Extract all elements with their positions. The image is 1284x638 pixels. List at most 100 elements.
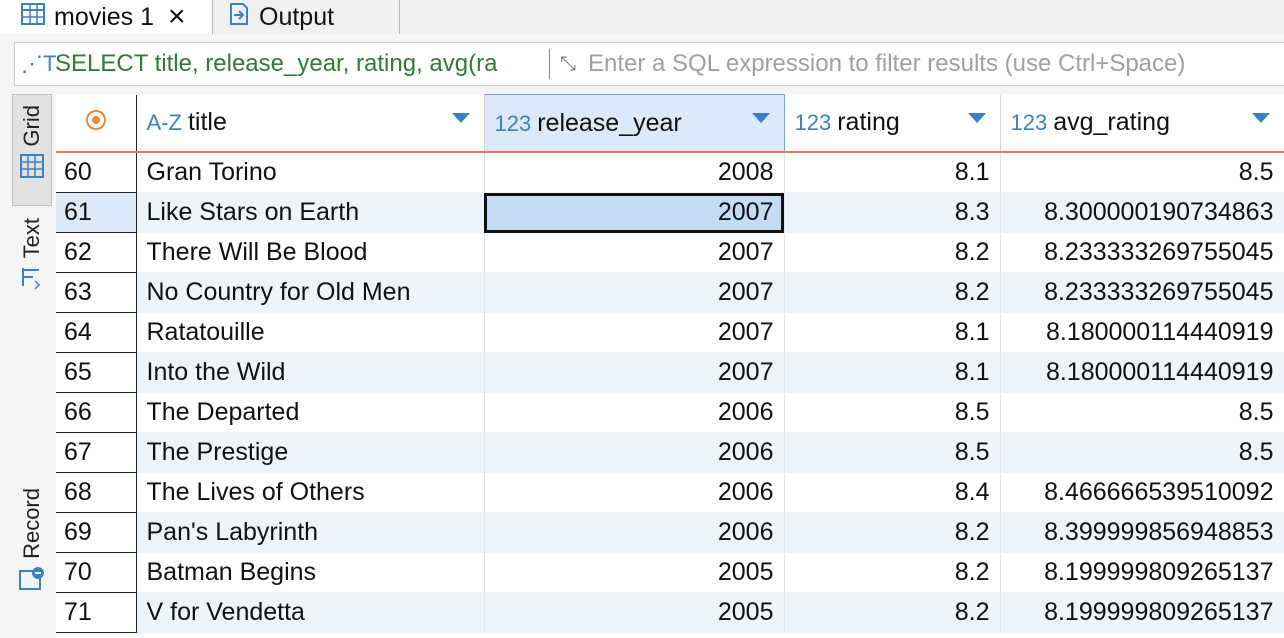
cell-title[interactable]: Like Stars on Earth (136, 192, 485, 233)
cell-release-year[interactable]: 2005 (484, 552, 785, 593)
column-header-release-year[interactable]: 123 release_year (483, 94, 785, 153)
row-number[interactable]: 68 (56, 472, 137, 513)
column-header-avg-rating[interactable]: 123 avg_rating (1000, 94, 1284, 153)
sort-arrow-icon[interactable] (451, 112, 470, 123)
cell-title[interactable]: Gran Torino (136, 152, 485, 193)
row-number[interactable]: 70 (56, 552, 137, 593)
cell-title[interactable]: No Country for Old Men (136, 272, 485, 313)
cell-avg-rating[interactable]: 8.466666539510092 (1000, 472, 1284, 513)
table-row[interactable]: 62 There Will Be Blood 2007 8.2 8.2333332697… (56, 232, 1284, 273)
cell-release-year[interactable]: 2007 (484, 312, 785, 353)
results-table: A-Z title 123 release_year 123 rating 123 av… (56, 94, 1284, 633)
view-mode-panel: Grid Text Record (0, 86, 56, 638)
table-row[interactable]: 66 The Departed 2006 8.5 8.5 (56, 392, 1284, 433)
cell-avg-rating[interactable]: 8.5 (1000, 432, 1284, 473)
cell-avg-rating[interactable]: 8.233333269755045 (1000, 232, 1284, 273)
row-number[interactable]: 71 (56, 592, 137, 633)
cell-title[interactable]: Batman Begins (136, 552, 485, 593)
table-row[interactable]: 61 Like Stars on Earth 2007 8.3 8.3000001907… (56, 192, 1284, 233)
table-row[interactable]: 71 V for Vendetta 2005 8.2 8.199999809265137 (56, 592, 1284, 633)
cell-avg-rating[interactable]: 8.5 (1000, 152, 1284, 193)
cell-title[interactable]: The Prestige (136, 432, 485, 473)
cell-release-year[interactable]: 2007 (484, 192, 785, 233)
tab-movies[interactable]: movies 1 × (0, 0, 212, 34)
cell-title[interactable]: Ratatouille (136, 312, 485, 353)
row-number[interactable]: 66 (56, 392, 137, 433)
cell-release-year[interactable]: 2006 (484, 392, 785, 433)
cell-title[interactable]: The Lives of Others (136, 472, 485, 513)
sql-query-text[interactable]: SELECT title, release_year, rating, avg(… (55, 50, 547, 78)
cell-release-year[interactable]: 2006 (484, 512, 785, 553)
cell-avg-rating[interactable]: 8.300000190734863 (1000, 192, 1284, 233)
cell-release-year[interactable]: 2007 (484, 232, 785, 273)
cell-rating[interactable]: 8.3 (784, 192, 1001, 233)
cell-avg-rating[interactable]: 8.199999809265137 (1000, 592, 1284, 633)
cell-release-year[interactable]: 2006 (484, 472, 785, 513)
cell-title[interactable]: There Will Be Blood (136, 232, 485, 273)
filter-input[interactable] (588, 50, 1284, 78)
cell-rating[interactable]: 8.2 (784, 272, 1001, 313)
cell-rating[interactable]: 8.2 (784, 592, 1001, 633)
cell-release-year[interactable]: 2005 (484, 592, 785, 633)
sort-arrow-icon[interactable] (1251, 112, 1270, 123)
number-type-icon: 123 (1010, 110, 1048, 136)
row-number[interactable]: 69 (56, 512, 137, 553)
cell-title[interactable]: V for Vendetta (136, 592, 485, 633)
record-icon (18, 565, 46, 599)
close-icon[interactable]: × (168, 2, 186, 32)
cell-rating[interactable]: 8.2 (784, 552, 1001, 593)
cell-rating[interactable]: 8.5 (784, 432, 1001, 473)
table-row[interactable]: 70 Batman Begins 2005 8.2 8.199999809265137 (56, 552, 1284, 593)
cell-avg-rating[interactable]: 8.5 (1000, 392, 1284, 433)
expand-icon[interactable]: ⤡ (550, 53, 586, 76)
tab-output[interactable]: Output (212, 0, 400, 34)
number-type-icon: 123 (794, 110, 832, 136)
column-header-rating[interactable]: 123 rating (784, 94, 1001, 153)
cell-rating[interactable]: 8.1 (784, 352, 1001, 393)
side-tab-text[interactable]: Text (14, 218, 50, 296)
table-row[interactable]: 69 Pan's Labyrinth 2006 8.2 8.39999985694885… (56, 512, 1284, 553)
cell-avg-rating[interactable]: 8.233333269755045 (1000, 272, 1284, 313)
cell-release-year[interactable]: 2006 (484, 432, 785, 473)
row-number[interactable]: 63 (56, 272, 137, 313)
cell-release-year[interactable]: 2007 (484, 272, 785, 313)
text-view-icon (19, 264, 45, 296)
cell-rating[interactable]: 8.2 (784, 512, 1001, 553)
header-row: A-Z title 123 release_year 123 rating 123 av… (56, 94, 1284, 153)
cell-title[interactable]: The Departed (136, 392, 485, 433)
cell-rating[interactable]: 8.5 (784, 392, 1001, 433)
row-number[interactable]: 60 (56, 152, 137, 193)
table-row[interactable]: 65 Into the Wild 2007 8.1 8.180000114440919 (56, 352, 1284, 393)
sql-filter-icon[interactable]: ⋰T (21, 51, 56, 77)
cell-rating[interactable]: 8.2 (784, 232, 1001, 273)
sort-arrow-icon[interactable] (751, 113, 770, 123)
row-number[interactable]: 62 (56, 232, 137, 273)
side-tab-record[interactable]: Record (14, 488, 50, 599)
cell-rating[interactable]: 8.1 (784, 312, 1001, 353)
cell-avg-rating[interactable]: 8.199999809265137 (1000, 552, 1284, 593)
cell-rating[interactable]: 8.4 (784, 472, 1001, 513)
column-header-title[interactable]: A-Z title (136, 94, 485, 153)
filter-bar: ⋰T SELECT title, release_year, rating, a… (14, 42, 1284, 86)
row-number[interactable]: 64 (56, 312, 137, 353)
table-row[interactable]: 67 The Prestige 2006 8.5 8.5 (56, 432, 1284, 473)
cell-release-year[interactable]: 2007 (484, 352, 785, 393)
table-row[interactable]: 60 Gran Torino 2008 8.1 8.5 (56, 152, 1284, 193)
cell-release-year[interactable]: 2008 (484, 152, 785, 193)
table-row[interactable]: 64 Ratatouille 2007 8.1 8.180000114440919 (56, 312, 1284, 353)
row-number[interactable]: 65 (56, 352, 137, 393)
cell-avg-rating[interactable]: 8.180000114440919 (1000, 312, 1284, 353)
table-row[interactable]: 68 The Lives of Others 2006 8.4 8.4666665395… (56, 472, 1284, 513)
side-tab-grid[interactable]: Grid (12, 94, 52, 206)
row-number-header[interactable] (56, 94, 137, 153)
cell-avg-rating[interactable]: 8.399999856948853 (1000, 512, 1284, 553)
output-icon (227, 1, 251, 34)
table-row[interactable]: 63 No Country for Old Men 2007 8.2 8.2333332… (56, 272, 1284, 313)
row-number[interactable]: 67 (56, 432, 137, 473)
cell-title[interactable]: Into the Wild (136, 352, 485, 393)
cell-avg-rating[interactable]: 8.180000114440919 (1000, 352, 1284, 393)
cell-title[interactable]: Pan's Labyrinth (136, 512, 485, 553)
sort-arrow-icon[interactable] (967, 112, 986, 123)
row-number[interactable]: 61 (56, 192, 137, 233)
cell-rating[interactable]: 8.1 (784, 152, 1001, 193)
